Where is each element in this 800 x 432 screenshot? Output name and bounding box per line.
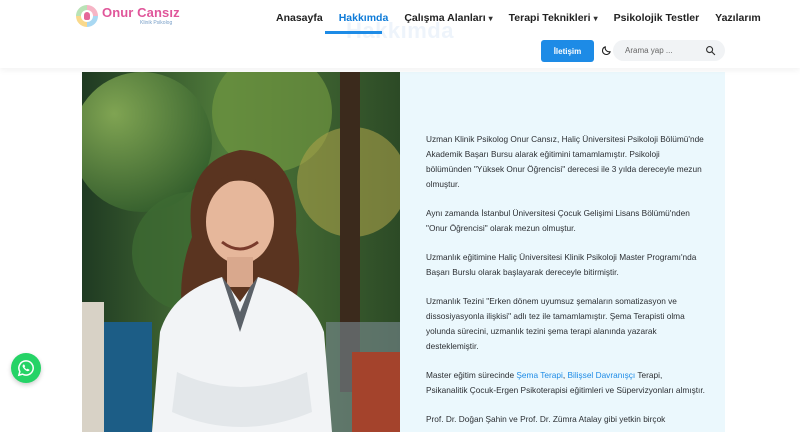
whatsapp-button[interactable] [11,353,41,383]
nav-item-calisma-alanlari[interactable]: Çalışma Alanları ▾ [404,12,492,24]
schema-therapy-link[interactable]: Şema Terapi [516,370,562,380]
nav-item-psikolojik-testler[interactable]: Psikolojik Testler [614,12,700,24]
brand-name: Onur Cansız [102,5,180,20]
cbt-link[interactable]: Bilişsel Davranışçı [567,370,635,380]
chevron-down-icon: ▾ [488,13,493,23]
nav-item-hakkimda[interactable]: Hakkımda [339,12,389,24]
site-header: Onur Cansız Klinik Psikolog Hakkımda Ana… [0,0,800,68]
about-paragraph: Aynı zamanda İstanbul Üniversitesi Çocuk… [426,208,690,233]
about-paragraph: Uzmanlık eğitimine Haliç Üniversitesi Kl… [426,252,697,277]
about-text: Uzman Klinik Psikolog Onur Cansız, Haliç… [426,132,706,432]
contact-button[interactable]: İletişim [541,40,594,62]
profile-photo [82,72,400,432]
about-paragraph: Master eğitim sürecinde Şema Terapi, Bil… [426,370,705,395]
moon-icon[interactable] [601,45,612,56]
about-paragraph: Prof. Dr. Doğan Şahin ve Prof. Dr. Zümra… [426,414,666,424]
about-paragraph: Uzman Klinik Psikolog Onur Cansız, Haliç… [426,134,704,189]
active-nav-indicator [325,31,382,34]
nav-item-yazilarim[interactable]: Yazılarım [715,12,761,24]
logo-icon [76,5,98,27]
chevron-down-icon: ▾ [593,13,598,23]
main-nav: Anasayfa Hakkımda Çalışma Alanları ▾ Tera… [276,11,777,25]
whatsapp-icon [17,360,34,377]
search-icon[interactable] [705,45,716,56]
brand-logo[interactable]: Onur Cansız Klinik Psikolog [76,5,180,27]
nav-item-anasayfa[interactable]: Anasayfa [276,12,323,24]
search-box [613,40,725,61]
search-input[interactable] [625,40,705,61]
about-paragraph: Uzmanlık Tezini "Erken dönem uyumsuz şem… [426,296,685,351]
brand-subtitle: Klinik Psikolog [140,20,173,26]
nav-item-terapi-teknikleri[interactable]: Terapi Teknikleri ▾ [509,12,598,24]
